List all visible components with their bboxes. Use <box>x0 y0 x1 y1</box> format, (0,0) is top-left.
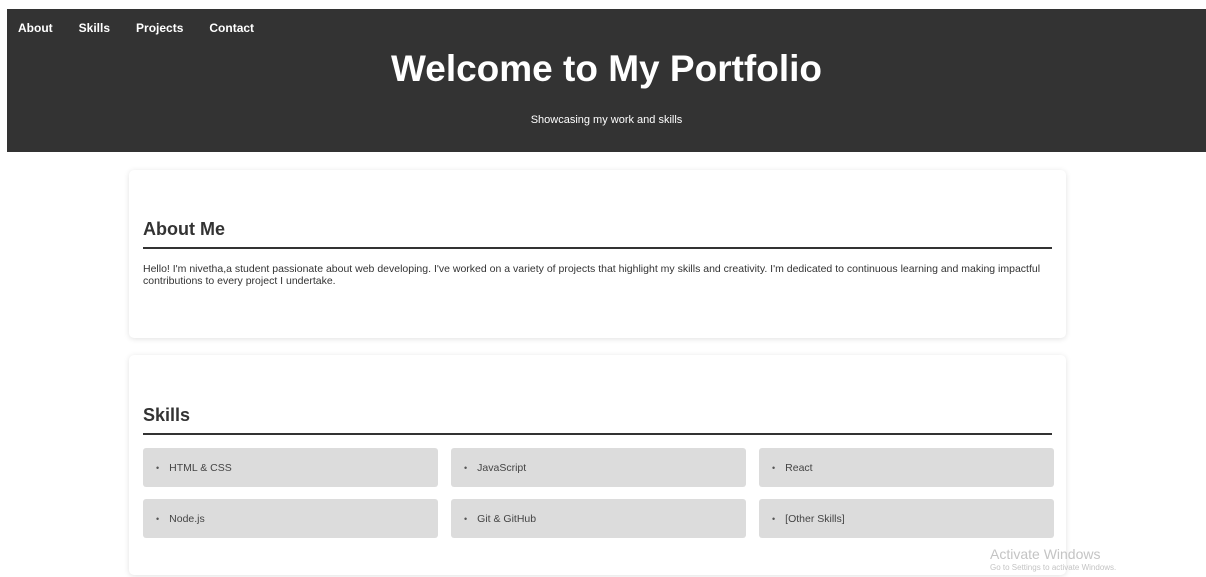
about-text: Hello! I'm nivetha,a student passionate … <box>143 263 1041 287</box>
nav-link-about[interactable]: About <box>18 21 53 35</box>
skill-label: JavaScript <box>477 461 527 474</box>
skills-section: Skills • HTML & CSS • JavaScript • React… <box>129 355 1066 575</box>
nav-link-projects[interactable]: Projects <box>136 21 183 35</box>
activate-windows-watermark: Activate Windows Go to Settings to activ… <box>990 546 1116 574</box>
page-title: Welcome to My Portfolio <box>390 48 822 89</box>
main-nav: About Skills Projects Contact <box>18 21 280 35</box>
skill-label: React <box>785 461 813 474</box>
skill-item: • Git & GitHub <box>451 499 746 538</box>
bullet-icon: • <box>156 462 160 473</box>
bullet-icon: • <box>156 513 160 524</box>
skill-label: HTML & CSS <box>169 461 232 474</box>
skill-item: • React <box>759 448 1054 487</box>
skill-item: • [Other Skills] <box>759 499 1054 538</box>
page-tagline: Showcasing my work and skills <box>530 114 683 126</box>
bullet-icon: • <box>772 513 776 524</box>
skill-item: • JavaScript <box>451 448 746 487</box>
watermark-subtitle: Go to Settings to activate Windows. <box>990 563 1117 572</box>
skill-item: • HTML & CSS <box>143 448 438 487</box>
skill-label: [Other Skills] <box>785 512 845 525</box>
nav-link-contact[interactable]: Contact <box>209 21 254 35</box>
nav-link-skills[interactable]: Skills <box>79 21 110 35</box>
skill-label: Node.js <box>169 512 205 525</box>
about-heading: About Me <box>143 219 1052 249</box>
about-section: About Me Hello! I'm nivetha,a student pa… <box>129 170 1066 338</box>
skills-heading: Skills <box>143 405 1052 435</box>
bullet-icon: • <box>464 462 468 473</box>
bullet-icon: • <box>464 513 468 524</box>
watermark-title: Activate Windows <box>990 546 1101 562</box>
skill-item: • Node.js <box>143 499 438 538</box>
site-header: About Skills Projects Contact Welcome to… <box>7 9 1206 152</box>
bullet-icon: • <box>772 462 776 473</box>
skill-label: Git & GitHub <box>477 512 537 525</box>
skills-list: • HTML & CSS • JavaScript • React • Node… <box>143 448 1054 538</box>
